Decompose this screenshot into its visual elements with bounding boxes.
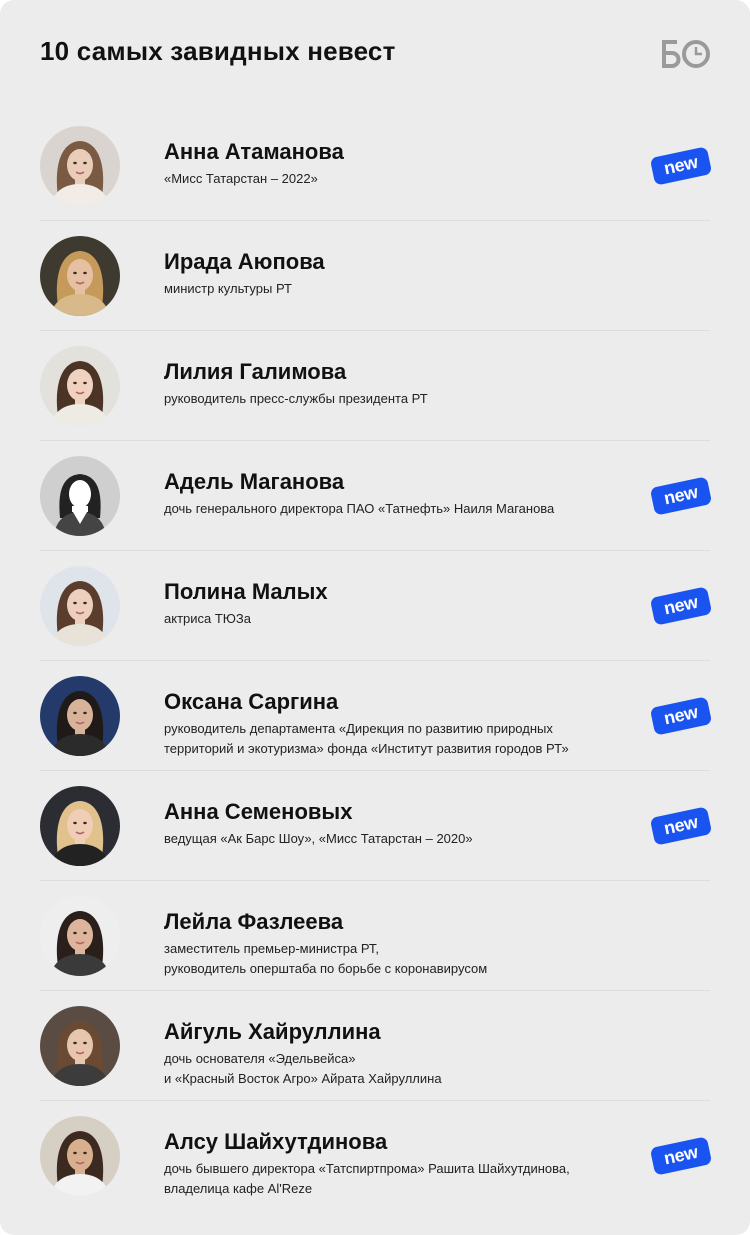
list-item: Лейла Фазлеева заместитель премьер-минист…	[40, 881, 710, 991]
bride-list: Анна Атаманова «Мисс Татарстан – 2022» new…	[40, 111, 713, 1211]
avatar	[40, 786, 120, 866]
description-line: руководитель департамента «Дирекция по р…	[164, 721, 553, 736]
list-item: Полина Малых актриса ТЮЗа new	[40, 551, 713, 661]
new-badge: new	[649, 586, 713, 626]
description-line: дочь генерального директора ПАО «Татнефт…	[164, 501, 555, 516]
infographic-card: 10 самых завидных невест Анна Атаманова «…	[0, 0, 750, 1235]
person-name: Оксана Саргина	[164, 689, 339, 714]
person-name: Анна Семеновых	[164, 799, 353, 824]
person-description: министр культуры РТ	[164, 279, 634, 299]
person-description: заместитель премьер-министра РТ, руководи…	[164, 939, 634, 979]
avatar	[40, 676, 120, 756]
person-name: Адель Маганова	[164, 469, 345, 494]
avatar	[40, 126, 120, 206]
new-badge: new	[649, 696, 713, 736]
description-line: руководитель пресс-службы президента РТ	[164, 391, 428, 406]
list-item: Айгуль Хайруллина дочь основателя «Эдельв…	[40, 991, 710, 1101]
list-item: Анна Атаманова «Мисс Татарстан – 2022» new	[40, 111, 713, 221]
description-line: территорий и экотуризма» фонда «Институт…	[164, 741, 569, 756]
description-line: «Мисс Татарстан – 2022»	[164, 171, 318, 186]
avatar	[40, 456, 120, 536]
avatar	[40, 566, 120, 646]
description-line: дочь основателя «Эдельвейса»	[164, 1051, 356, 1066]
description-line: и «Красный Восток Агро» Айрата Хайруллин…	[164, 1071, 442, 1086]
person-description: актриса ТЮЗа	[164, 609, 634, 629]
person-name: Ирада Аюпова	[164, 249, 325, 274]
description-line: руководитель оперштаба по борьбе с корон…	[164, 961, 488, 976]
list-item: Оксана Саргина руководитель департамента …	[40, 661, 713, 771]
new-badge: new	[649, 476, 713, 516]
person-name: Полина Малых	[164, 579, 328, 604]
list-item: Лилия Галимова руководитель пресс-службы …	[40, 331, 710, 441]
avatar	[40, 1006, 120, 1086]
description-line: заместитель премьер-министра РТ,	[164, 941, 380, 956]
list-item: Анна Семеновых ведущая «Ак Барс Шоу», «Ми…	[40, 771, 713, 881]
new-badge: new	[649, 806, 713, 846]
page-title: 10 самых завидных невест	[40, 36, 396, 66]
person-name: Алсу Шайхутдинова	[164, 1129, 388, 1154]
list-item: Ирада Аюпова министр культуры РТ	[40, 221, 710, 331]
description-line: владелица кафе Al'Reze	[164, 1181, 313, 1196]
person-description: дочь бывшего директора «Татспиртпрома» Р…	[164, 1159, 634, 1199]
person-name: Лейла Фазлеева	[164, 909, 344, 934]
list-item: Адель Маганова дочь генерального директор…	[40, 441, 713, 551]
avatar	[40, 1116, 120, 1196]
person-name: Лилия Галимова	[164, 359, 347, 384]
person-name: Анна Атаманова	[164, 139, 344, 164]
avatar	[40, 346, 120, 426]
person-name: Айгуль Хайруллина	[164, 1019, 381, 1044]
avatar	[40, 896, 120, 976]
avatar	[40, 236, 120, 316]
person-description: руководитель департамента «Дирекция по р…	[164, 719, 634, 759]
description-line: актриса ТЮЗа	[164, 611, 252, 626]
new-badge: new	[649, 1136, 713, 1176]
list-item: Алсу Шайхутдинова дочь бывшего директора …	[40, 1101, 713, 1211]
person-description: «Мисс Татарстан – 2022»	[164, 169, 634, 189]
description-line: дочь бывшего директора «Татспиртпрома» Р…	[164, 1161, 570, 1176]
person-description: дочь основателя «Эдельвейса» и «Красный В…	[164, 1049, 634, 1089]
description-line: министр культуры РТ	[164, 281, 292, 296]
person-description: руководитель пресс-службы президента РТ	[164, 389, 634, 409]
person-description: дочь генерального директора ПАО «Татнефт…	[164, 499, 634, 519]
bo-logo	[662, 40, 710, 68]
person-description: ведущая «Ак Барс Шоу», «Мисс Татарстан –…	[164, 829, 634, 849]
new-badge: new	[649, 146, 713, 186]
description-line: ведущая «Ак Барс Шоу», «Мисс Татарстан –…	[164, 831, 473, 846]
